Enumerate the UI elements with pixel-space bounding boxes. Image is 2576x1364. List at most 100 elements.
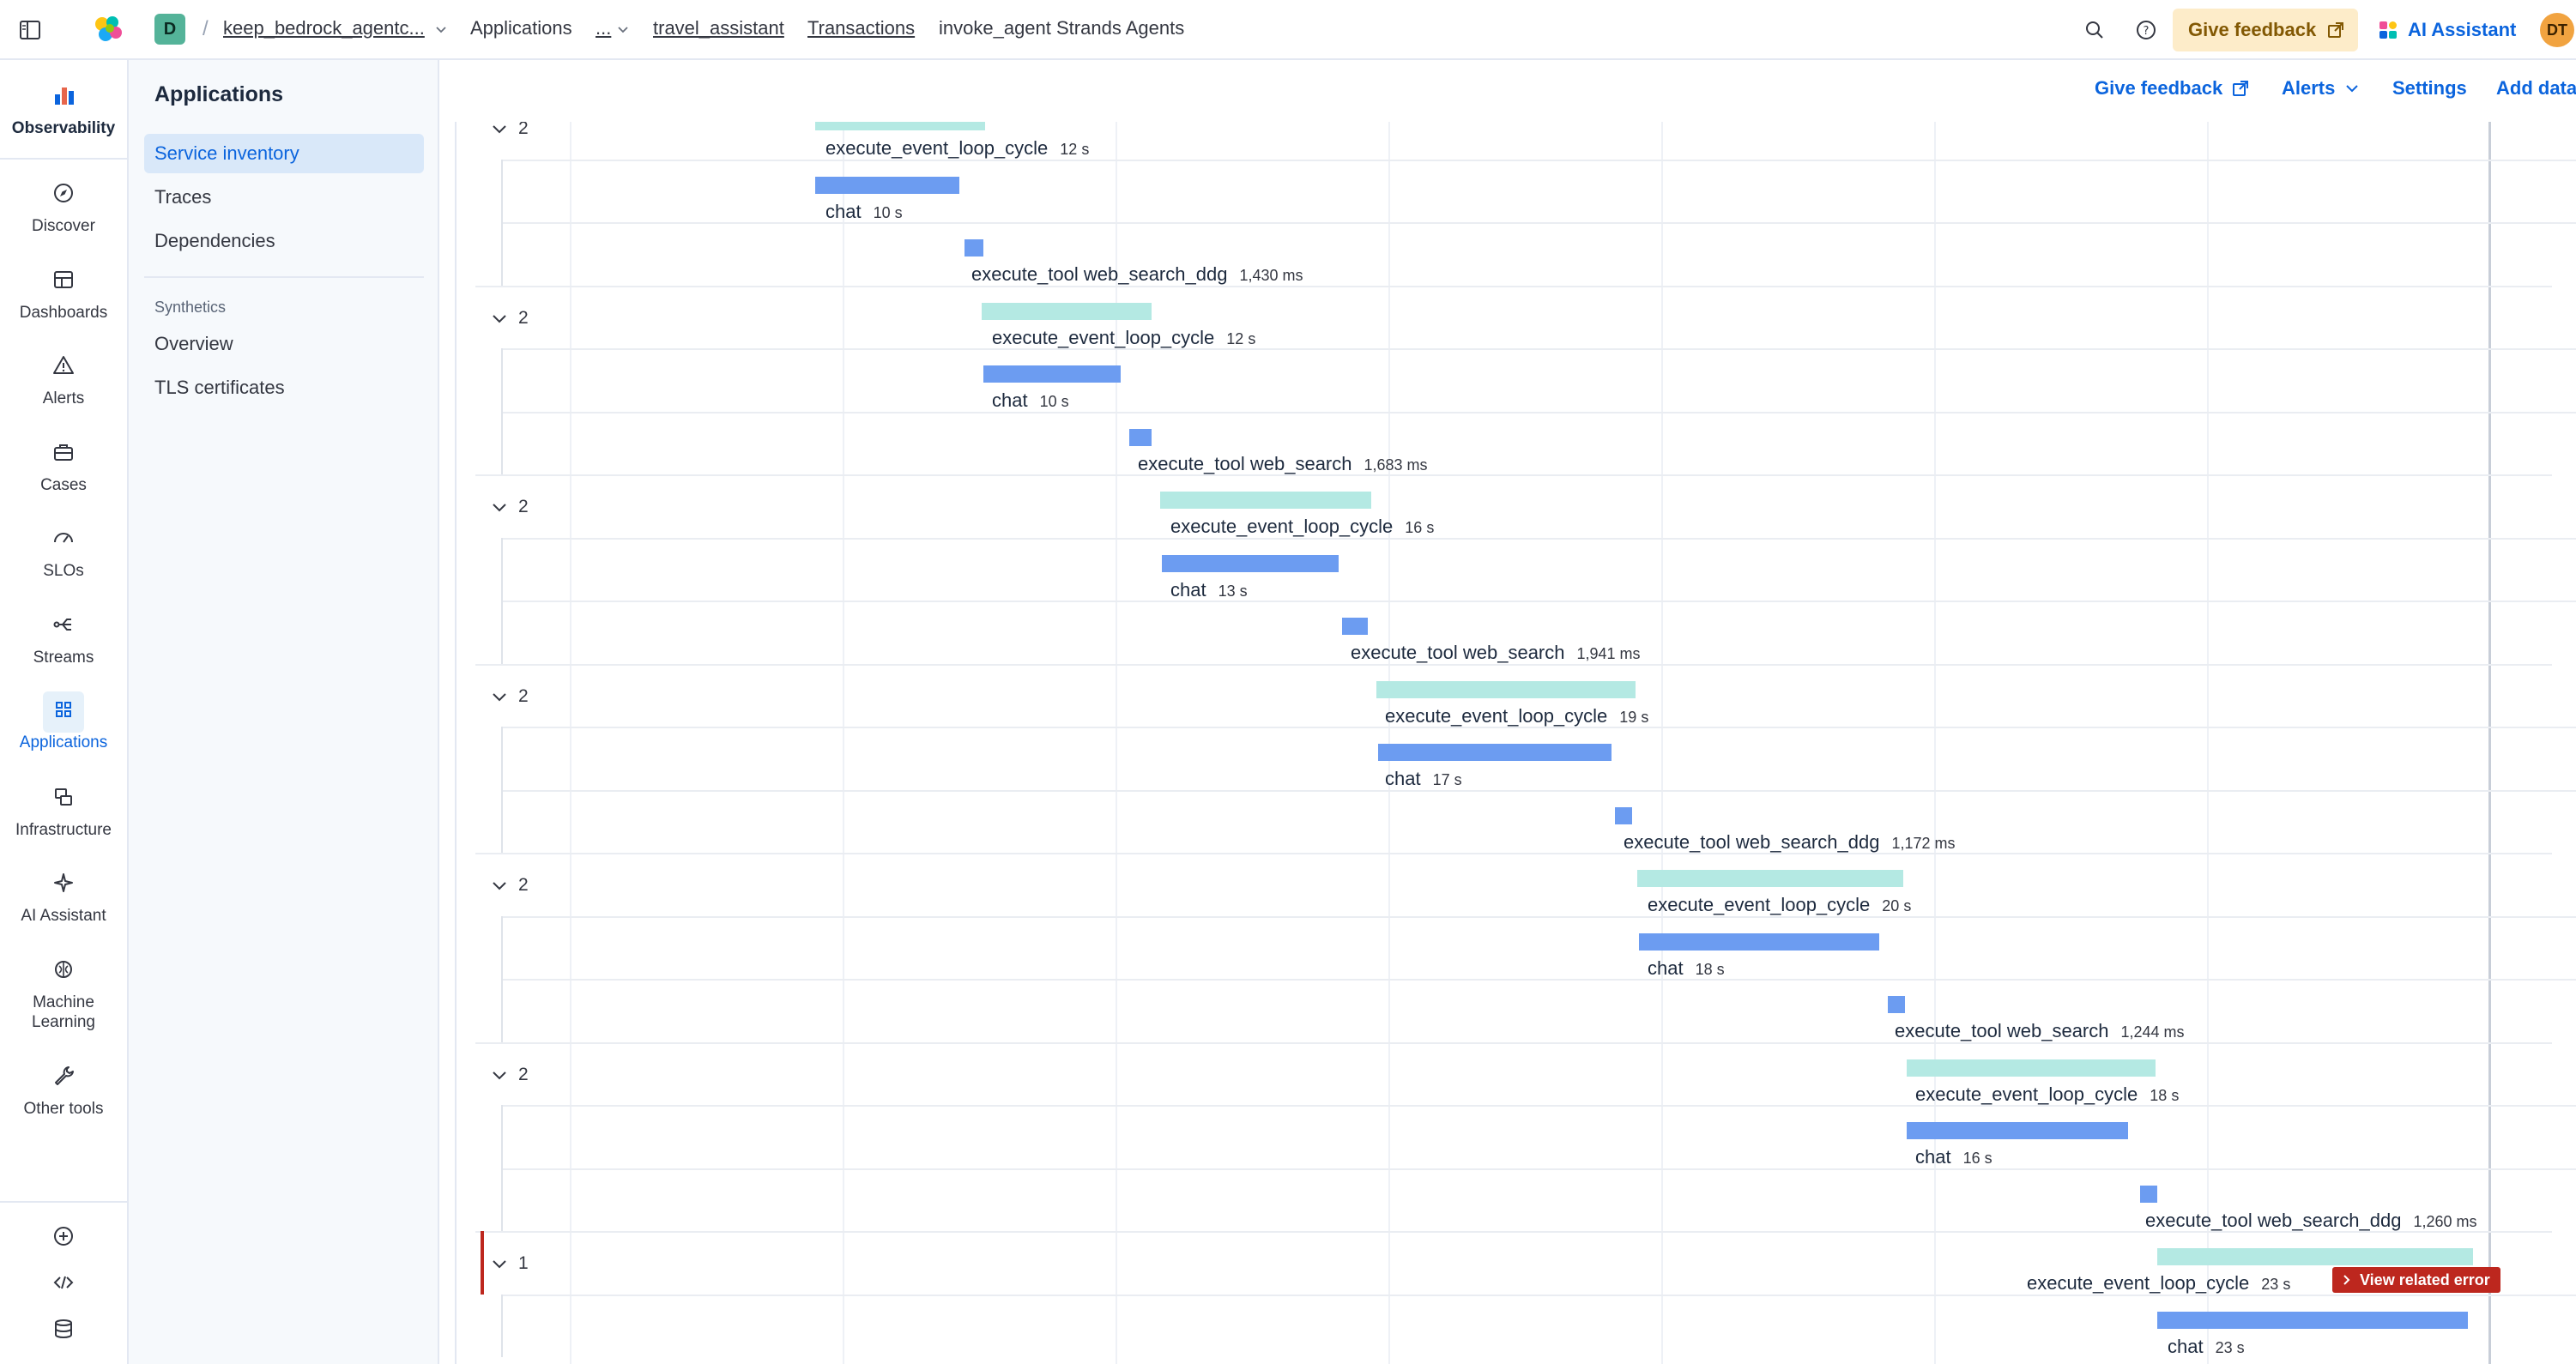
span-label[interactable]: execute_event_loop_cycle 12 s — [992, 327, 1255, 349]
span-label[interactable]: chat 23 s — [2168, 1336, 2245, 1358]
span-bar[interactable] — [2157, 1248, 2473, 1265]
breadcrumb-service[interactable]: travel_assistant — [653, 17, 784, 39]
breadcrumb-collapsed[interactable]: ... — [596, 17, 611, 39]
nav-item-discover[interactable]: Discover — [0, 175, 127, 236]
nav-item-applications[interactable]: Applications — [0, 691, 127, 752]
breadcrumb-applications[interactable]: Applications — [470, 17, 572, 39]
span-bar[interactable] — [1378, 744, 1612, 761]
nav-item-other-tools[interactable]: Other tools — [0, 1058, 127, 1119]
breadcrumb-deployment[interactable]: keep_bedrock_agentc... — [223, 17, 425, 39]
span-name: execute_tool web_search — [1138, 452, 1352, 474]
subnav-item-service-inventory[interactable]: Service inventory — [144, 134, 424, 173]
nav-item-cases[interactable]: Cases — [0, 434, 127, 495]
nav-label: AI Assistant — [21, 907, 106, 925]
subnav-item-dependencies[interactable]: Dependencies — [144, 221, 424, 261]
span-bar[interactable] — [983, 365, 1121, 383]
group-toggle[interactable]: 1 — [491, 1253, 529, 1274]
span-label[interactable]: chat 10 s — [825, 201, 903, 223]
span-label[interactable]: chat 18 s — [1648, 957, 1725, 980]
code-icon[interactable] — [51, 1270, 76, 1295]
span-label[interactable]: execute_tool web_search_ddg 1,260 ms — [2145, 1210, 2477, 1232]
give-feedback-link[interactable]: Give feedback — [2095, 77, 2250, 100]
group-toggle[interactable]: 2 — [491, 308, 529, 329]
span-bar[interactable] — [1639, 932, 1879, 951]
span-bar[interactable] — [1129, 428, 1152, 446]
span-bar[interactable] — [815, 176, 959, 194]
search-icon[interactable] — [2082, 17, 2107, 43]
nav-item-ai-assistant[interactable]: AI Assistant — [0, 865, 127, 926]
group-toggle[interactable]: 2 — [491, 122, 529, 139]
span-label[interactable]: chat 13 s — [1170, 579, 1248, 601]
add-circle-icon[interactable] — [51, 1223, 76, 1249]
nav-item-streams[interactable]: Streams — [0, 607, 127, 667]
span-label[interactable]: execute_tool web_search_ddg 1,430 ms — [971, 263, 1303, 286]
timeline-gridline — [1661, 122, 1663, 1364]
chevron-down-icon[interactable] — [434, 22, 448, 36]
span-bar[interactable] — [1342, 618, 1368, 635]
breadcrumb-separator: / — [203, 17, 209, 40]
group-toggle[interactable]: 2 — [491, 1065, 529, 1085]
sidebar-toggle-icon[interactable] — [17, 17, 43, 43]
span-bar[interactable] — [815, 122, 985, 130]
group-toggle[interactable]: 2 — [491, 686, 529, 707]
span-bar[interactable] — [1160, 492, 1371, 509]
span-label[interactable]: chat 17 s — [1385, 768, 1462, 790]
span-label[interactable]: execute_tool web_search_ddg 1,172 ms — [1624, 831, 1956, 854]
span-name: chat — [992, 389, 1028, 411]
span-bar[interactable] — [1162, 554, 1339, 572]
span-bar[interactable] — [1615, 806, 1632, 824]
give-feedback-button[interactable]: Give feedback — [2173, 9, 2358, 51]
span-bar[interactable] — [1888, 996, 1905, 1013]
span-bar[interactable] — [1376, 680, 1636, 698]
span-label[interactable]: execute_event_loop_cycle 23 s — [2027, 1272, 2290, 1295]
alerts-menu[interactable]: Alerts — [2282, 77, 2361, 100]
add-data-link[interactable]: Add data — [2496, 77, 2576, 100]
user-avatar[interactable]: DT — [2540, 13, 2574, 47]
span-bar[interactable] — [982, 302, 1152, 320]
span-bar[interactable] — [1907, 1122, 2128, 1139]
help-icon[interactable]: ? — [2133, 17, 2159, 43]
breadcrumb-transactions[interactable]: Transactions — [807, 17, 915, 39]
group-toggle[interactable]: 2 — [491, 875, 529, 896]
group-toggle[interactable]: 2 — [491, 497, 529, 517]
span-label[interactable]: execute_event_loop_cycle 19 s — [1385, 705, 1648, 727]
span-label[interactable]: chat 10 s — [992, 389, 1069, 412]
span-bar[interactable] — [1637, 870, 1903, 887]
span-bar[interactable] — [964, 239, 983, 257]
trace-end-line — [2488, 122, 2491, 1364]
nav-item-infrastructure[interactable]: Infrastructure — [0, 779, 127, 840]
settings-link[interactable]: Settings — [2392, 77, 2467, 100]
subnav-item-overview[interactable]: Overview — [144, 324, 424, 364]
space-avatar[interactable]: D — [154, 14, 185, 45]
child-count: 1 — [518, 1253, 529, 1273]
nav-item-alerts[interactable]: Alerts — [0, 347, 127, 408]
database-icon[interactable] — [51, 1316, 76, 1342]
span-bar[interactable] — [2157, 1311, 2468, 1329]
chevron-down-icon[interactable] — [616, 22, 630, 36]
span-label[interactable]: execute_tool web_search 1,244 ms — [1895, 1020, 2185, 1042]
nav-item-machine-learning[interactable]: Machine Learning — [0, 951, 127, 1032]
view-related-error-button[interactable]: View related error — [2332, 1267, 2500, 1293]
group-separator — [475, 474, 2552, 476]
span-label[interactable]: execute_tool web_search 1,941 ms — [1351, 642, 1641, 664]
nav-item-observability[interactable]: Observability — [0, 77, 127, 138]
span-label[interactable]: execute_tool web_search 1,683 ms — [1138, 453, 1428, 475]
row-separator — [503, 348, 2576, 350]
row-separator — [503, 1105, 2576, 1107]
span-duration: 1,260 ms — [2413, 1212, 2477, 1230]
elastic-logo-icon[interactable] — [91, 14, 125, 45]
span-label[interactable]: execute_event_loop_cycle 18 s — [1915, 1083, 2179, 1106]
row-separator — [503, 979, 2576, 981]
nav-item-slos[interactable]: SLOs — [0, 520, 127, 581]
span-label[interactable]: execute_event_loop_cycle 12 s — [825, 137, 1089, 160]
nav-item-dashboards[interactable]: Dashboards — [0, 262, 127, 323]
subnav-item-tls-certificates[interactable]: TLS certificates — [144, 368, 424, 407]
subnav-item-traces[interactable]: Traces — [144, 178, 424, 217]
span-duration: 12 s — [1226, 329, 1256, 347]
span-bar[interactable] — [1907, 1059, 2156, 1077]
span-bar[interactable] — [2140, 1185, 2157, 1203]
ai-assistant-button[interactable]: AI Assistant — [2377, 15, 2516, 45]
span-label[interactable]: chat 16 s — [1915, 1146, 1992, 1168]
span-label[interactable]: execute_event_loop_cycle 20 s — [1648, 894, 1911, 916]
span-label[interactable]: execute_event_loop_cycle 16 s — [1170, 516, 1434, 538]
